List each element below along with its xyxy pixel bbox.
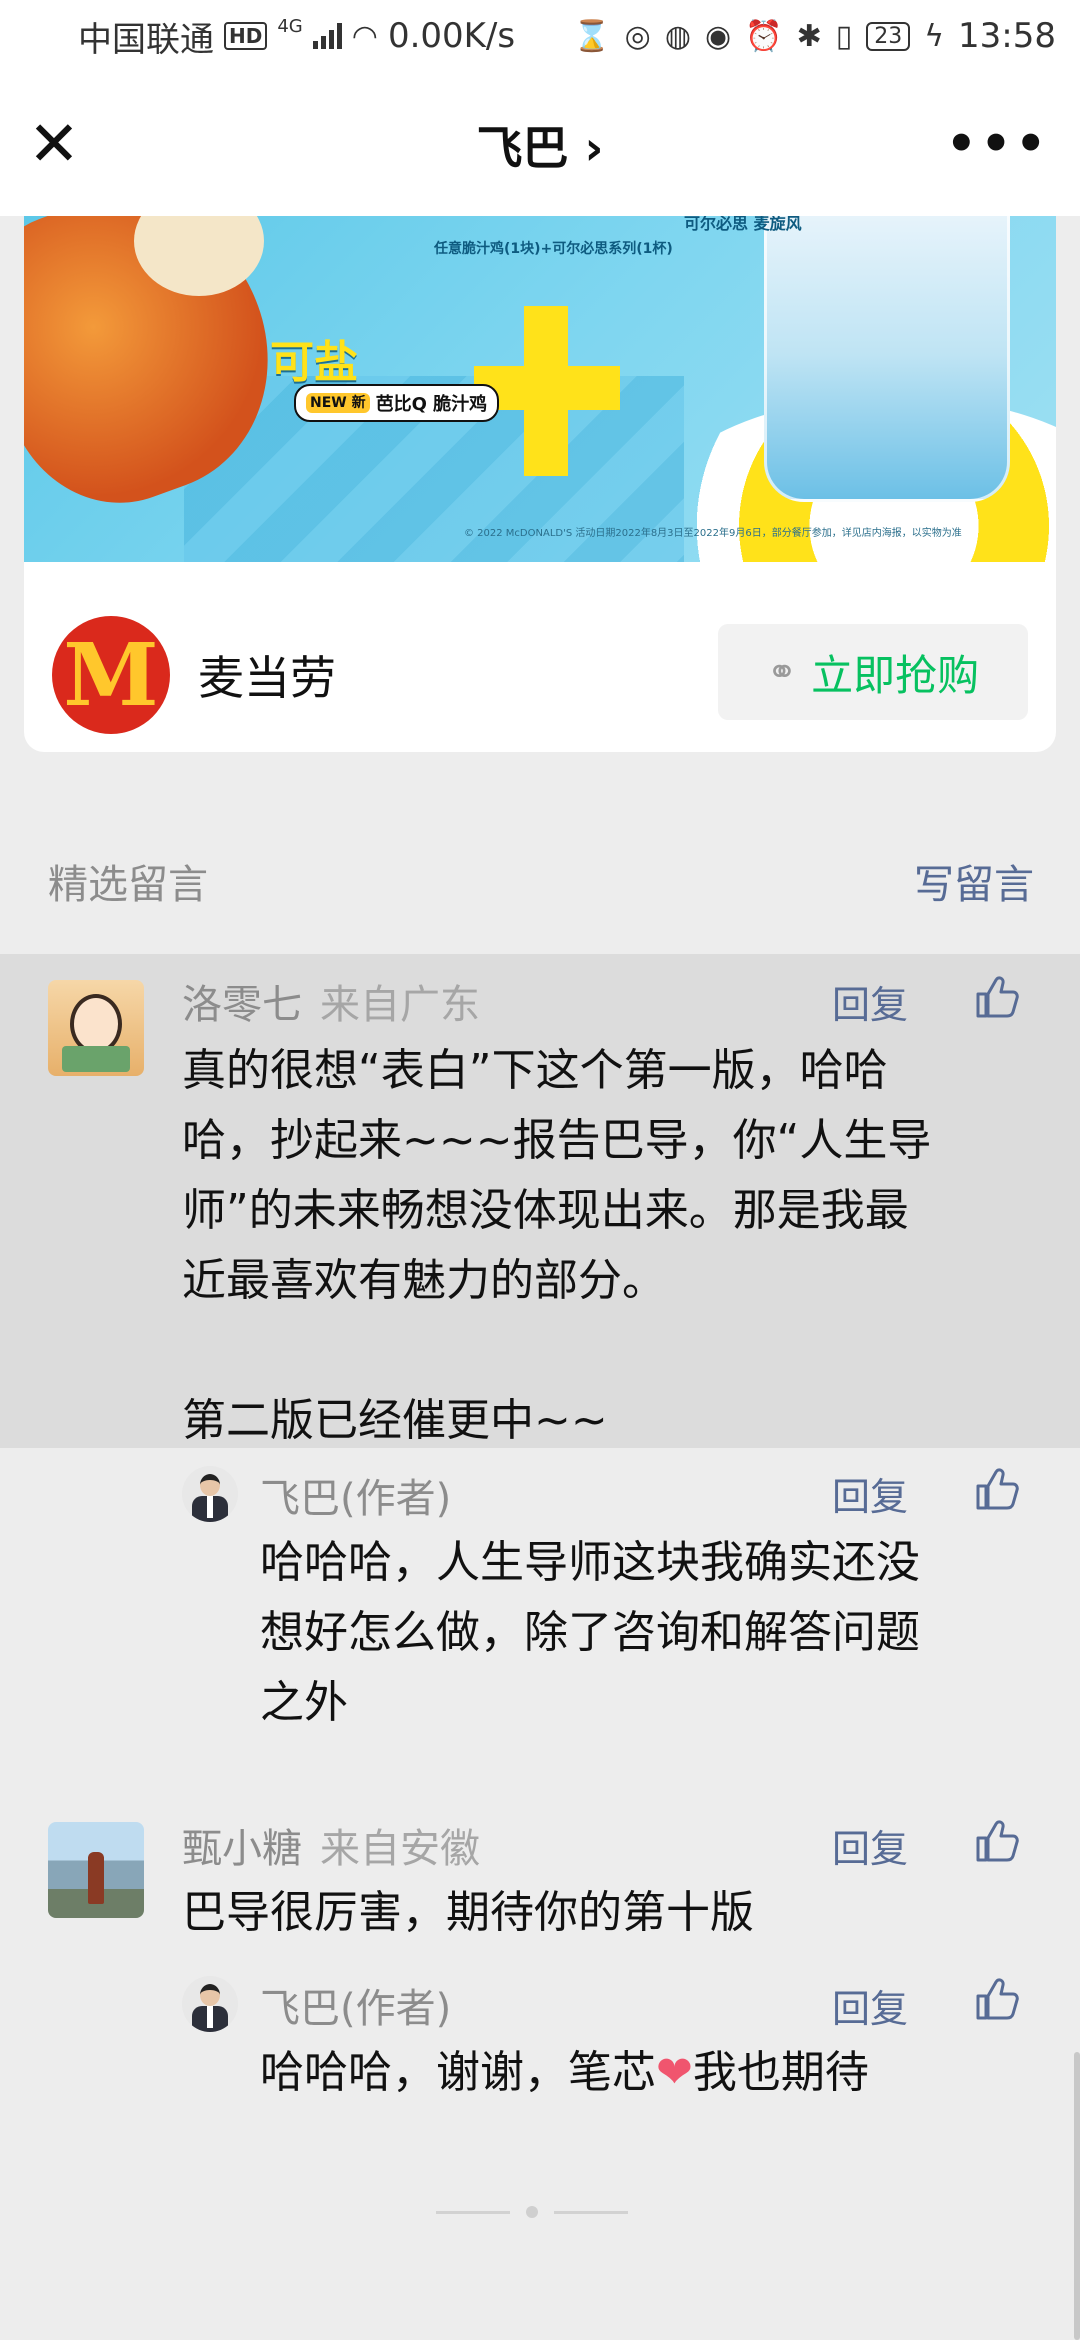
author-name[interactable]: 飞巴(作者) <box>260 1466 451 1524</box>
status-bar: 中国联通 HD 4G ◠ 0.00K/s ⌛ ◎ ◍ ◉ ⏰ ✱ ▯ 23 ϟ … <box>0 0 1080 72</box>
like-icon[interactable] <box>972 1974 1022 2024</box>
comment-text: 巴导很厉害，期待你的第十版 <box>182 1887 754 1938</box>
comment-author: 洛零七 来自广东 <box>182 972 480 1030</box>
author-avatar-head <box>200 1984 220 2006</box>
eye-icon: ◉ <box>705 18 732 54</box>
link-icon: ⚭ <box>766 651 798 693</box>
commenter-location: 来自广东 <box>320 982 480 1028</box>
reply-button[interactable]: 回复 <box>832 1818 908 1873</box>
heart-icon: ❤ <box>656 2047 693 2098</box>
buy-now-label: 立即抢购 <box>811 650 980 700</box>
author-avatar[interactable] <box>182 1976 238 2032</box>
author-reply-text: 哈哈哈，谢谢，笔芯❤我也期待 <box>260 2038 1040 2108</box>
commenter-location: 来自安徽 <box>320 1826 480 1872</box>
nfc-icon: ◎ <box>624 18 651 54</box>
ad-card: 任意脆汁鸡(1块)+可尔必思系列(1杯) 可尔必思 麦旋风 可盐 NEW 新 芭… <box>24 216 1056 752</box>
avatar[interactable] <box>48 1822 144 1918</box>
carrier-label: 中国联通 <box>78 19 214 60</box>
like-icon[interactable] <box>972 1464 1022 1514</box>
ad-new-badge: NEW 新 芭比Q 脆汁鸡 <box>294 384 500 422</box>
wifi-icon: ◠ <box>351 18 378 54</box>
mcflurry-illustration <box>764 216 1010 502</box>
reply-button[interactable]: 回复 <box>832 1978 908 2033</box>
author-reply-text: 哈哈哈，人生导师这块我确实还没 想好怎么做，除了咨询和解答问题 之外 <box>260 1537 920 1728</box>
commenter-name[interactable]: 甄小糖 <box>182 1826 302 1872</box>
brand-row: M 麦当劳 ⚭ 立即抢购 <box>24 562 1056 752</box>
divider-line <box>554 2210 628 2214</box>
divider-line <box>436 2210 510 2214</box>
more-options-icon[interactable]: ••• <box>946 116 1050 172</box>
like-icon[interactable] <box>972 972 1022 1022</box>
charging-icon: ϟ <box>924 18 945 54</box>
network-type: 4G <box>277 15 303 37</box>
no-disturb-icon: ◍ <box>664 18 692 54</box>
ad-fine-print: © 2022 McDONALD'S 活动日期2022年8月3日至2022年9月6… <box>464 528 962 539</box>
ad-combo-text: 任意脆汁鸡(1块)+可尔必思系列(1杯) <box>434 241 673 257</box>
comment-author: 甄小糖 来自安徽 <box>182 1816 480 1874</box>
vibrate-icon: ▯ <box>835 18 853 54</box>
author-name[interactable]: 飞巴(作者) <box>260 1976 451 2034</box>
write-comment-button[interactable]: 写留言 <box>914 852 1034 910</box>
author-reply-text-start: 哈哈哈，谢谢，笔芯 <box>260 2047 656 2098</box>
author-avatar[interactable] <box>182 1466 238 1522</box>
buy-now-button[interactable]: ⚭ 立即抢购 <box>718 624 1028 720</box>
scrollbar[interactable] <box>1074 2052 1080 2340</box>
clock: 13:58 <box>958 16 1056 56</box>
commenter-name[interactable]: 洛零七 <box>182 982 302 1028</box>
hd-icon: HD <box>224 22 268 50</box>
author-avatar-shirt <box>207 1496 213 1518</box>
bluetooth-icon: ✱ <box>796 18 822 54</box>
avatar-book <box>62 1046 130 1072</box>
end-of-comments-indicator <box>436 2206 646 2218</box>
ad-product-tag: 可尔必思 麦旋风 <box>684 216 802 233</box>
author-avatar-shirt <box>207 2006 213 2028</box>
reply-button[interactable]: 回复 <box>832 974 908 1029</box>
mcdonalds-logo-icon[interactable]: M <box>52 616 170 734</box>
avatar[interactable] <box>48 980 144 1076</box>
signal-icon <box>312 23 342 49</box>
new-label: NEW 新 <box>306 393 370 413</box>
ad-headline: 可盐 <box>270 337 358 388</box>
ad-banner-image[interactable]: 任意脆汁鸡(1块)+可尔必思系列(1杯) 可尔必思 麦旋风 可盐 NEW 新 芭… <box>24 216 1056 562</box>
badge-text: 芭比Q 脆汁鸡 <box>375 394 488 415</box>
brand-name[interactable]: 麦当劳 <box>198 642 336 708</box>
avatar-face <box>70 994 122 1054</box>
author-avatar-head <box>200 1474 220 1496</box>
avatar-person <box>88 1852 104 1904</box>
author-reply-text-end: 我也期待 <box>692 2047 869 2098</box>
nav-bar: ✕ 飞巴 › ••• <box>0 72 1080 216</box>
featured-comments-title: 精选留言 <box>48 862 208 908</box>
network-speed: 0.00K/s <box>387 16 516 56</box>
hourglass-icon: ⌛ <box>573 18 611 54</box>
battery-icon: 23 <box>866 21 911 51</box>
comment-text: 真的很想“表白”下这个第一版，哈哈 哈，抄起来~~~报告巴导，你“人生导 师”的… <box>182 1045 932 1446</box>
reply-button[interactable]: 回复 <box>832 1466 908 1521</box>
divider-dot <box>526 2206 538 2218</box>
page-title[interactable]: 飞巴 › <box>0 112 1080 178</box>
alarm-icon: ⏰ <box>745 18 783 54</box>
like-icon[interactable] <box>972 1816 1022 1866</box>
